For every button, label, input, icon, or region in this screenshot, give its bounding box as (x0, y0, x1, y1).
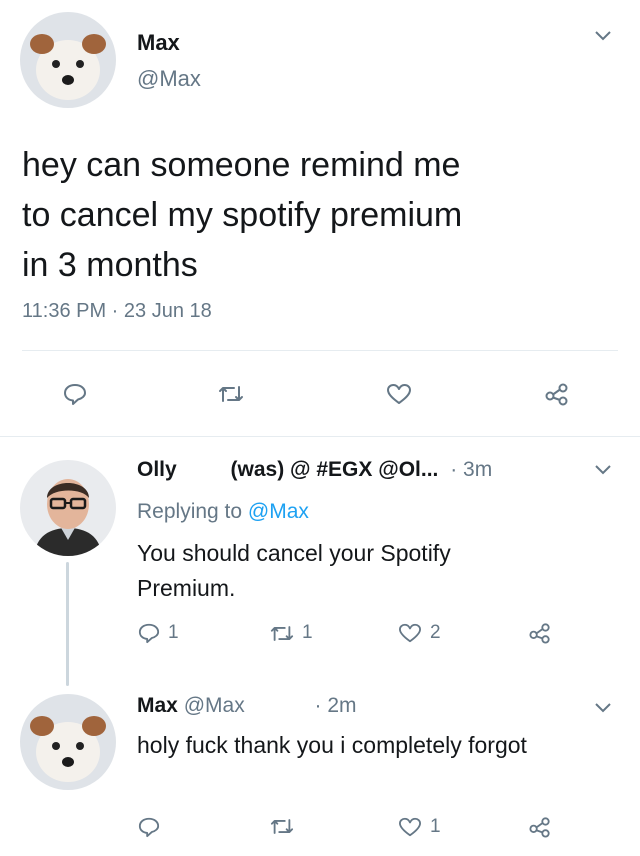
like-icon (398, 816, 422, 838)
retweet-icon (270, 816, 294, 837)
reply-button[interactable] (138, 816, 160, 838)
retweet-count: 1 (302, 622, 313, 643)
like-button[interactable] (386, 382, 412, 406)
retweet-button[interactable]: 1 (270, 622, 313, 644)
reply-time[interactable]: · 2m (315, 694, 357, 717)
chevron-down-icon[interactable] (594, 30, 612, 42)
reply-text-line: Premium. (137, 575, 236, 601)
like-button[interactable]: 2 (398, 622, 441, 644)
reply-icon (138, 816, 160, 838)
reply-time[interactable]: · 3m (450, 458, 492, 481)
replying-to-prefix: Replying to (137, 500, 243, 523)
reply-button[interactable] (63, 382, 87, 406)
tweet-text-line: in 3 months (22, 246, 198, 284)
reply-header: Olly (was) @ #EGX @Ol... · 3m (137, 458, 492, 482)
divider (0, 436, 640, 437)
divider (22, 350, 618, 351)
reply-icon (63, 382, 87, 406)
tweet-text-line: hey can someone remind me (22, 146, 461, 184)
reply-count: 1 (168, 622, 179, 643)
like-icon (386, 382, 412, 406)
like-icon (398, 622, 422, 644)
share-button[interactable] (544, 382, 570, 406)
replying-to-handle[interactable]: @Max (248, 500, 309, 523)
author-handle[interactable]: @Max (137, 66, 201, 92)
tweet-text: hey can someone remind me to cancel my s… (22, 140, 462, 290)
chevron-down-icon[interactable] (594, 702, 612, 714)
reply-author-name[interactable]: Olly (137, 458, 177, 481)
reply-text-line: You should cancel your Spotify (137, 540, 451, 566)
share-button[interactable] (528, 622, 552, 644)
share-icon (528, 622, 552, 644)
like-count: 1 (430, 816, 441, 837)
reply-author-handle[interactable]: @Max (184, 694, 245, 717)
tweet-timestamp[interactable]: 11:36 PM · 23 Jun 18 (22, 300, 212, 323)
retweet-button[interactable] (270, 816, 294, 837)
like-button[interactable]: 1 (398, 816, 441, 838)
tweet-text-line: to cancel my spotify premium (22, 196, 463, 234)
author-name[interactable]: Max (137, 30, 180, 56)
avatar-max[interactable] (20, 12, 116, 108)
share-icon (544, 382, 570, 406)
avatar-olly[interactable] (20, 460, 116, 556)
avatar-max[interactable] (20, 694, 116, 790)
thread-line (66, 562, 69, 686)
retweet-button[interactable] (218, 383, 244, 405)
replying-to: Replying to @Max (137, 500, 309, 524)
retweet-icon (218, 383, 244, 405)
reply-author-suffix[interactable]: (was) @ #EGX @Ol... (231, 458, 439, 481)
chevron-down-icon[interactable] (594, 464, 612, 476)
reply-text: You should cancel your Spotify Premium. (137, 536, 451, 606)
share-button[interactable] (528, 816, 552, 838)
reply-header: Max @Max · 2m (137, 694, 357, 718)
like-count: 2 (430, 622, 441, 643)
reply-icon (138, 622, 160, 644)
share-icon (528, 816, 552, 838)
reply-text: holy fuck thank you i completely forgot (137, 732, 527, 758)
retweet-icon (270, 623, 294, 644)
reply-author-name[interactable]: Max (137, 694, 178, 717)
reply-button[interactable]: 1 (138, 622, 179, 644)
